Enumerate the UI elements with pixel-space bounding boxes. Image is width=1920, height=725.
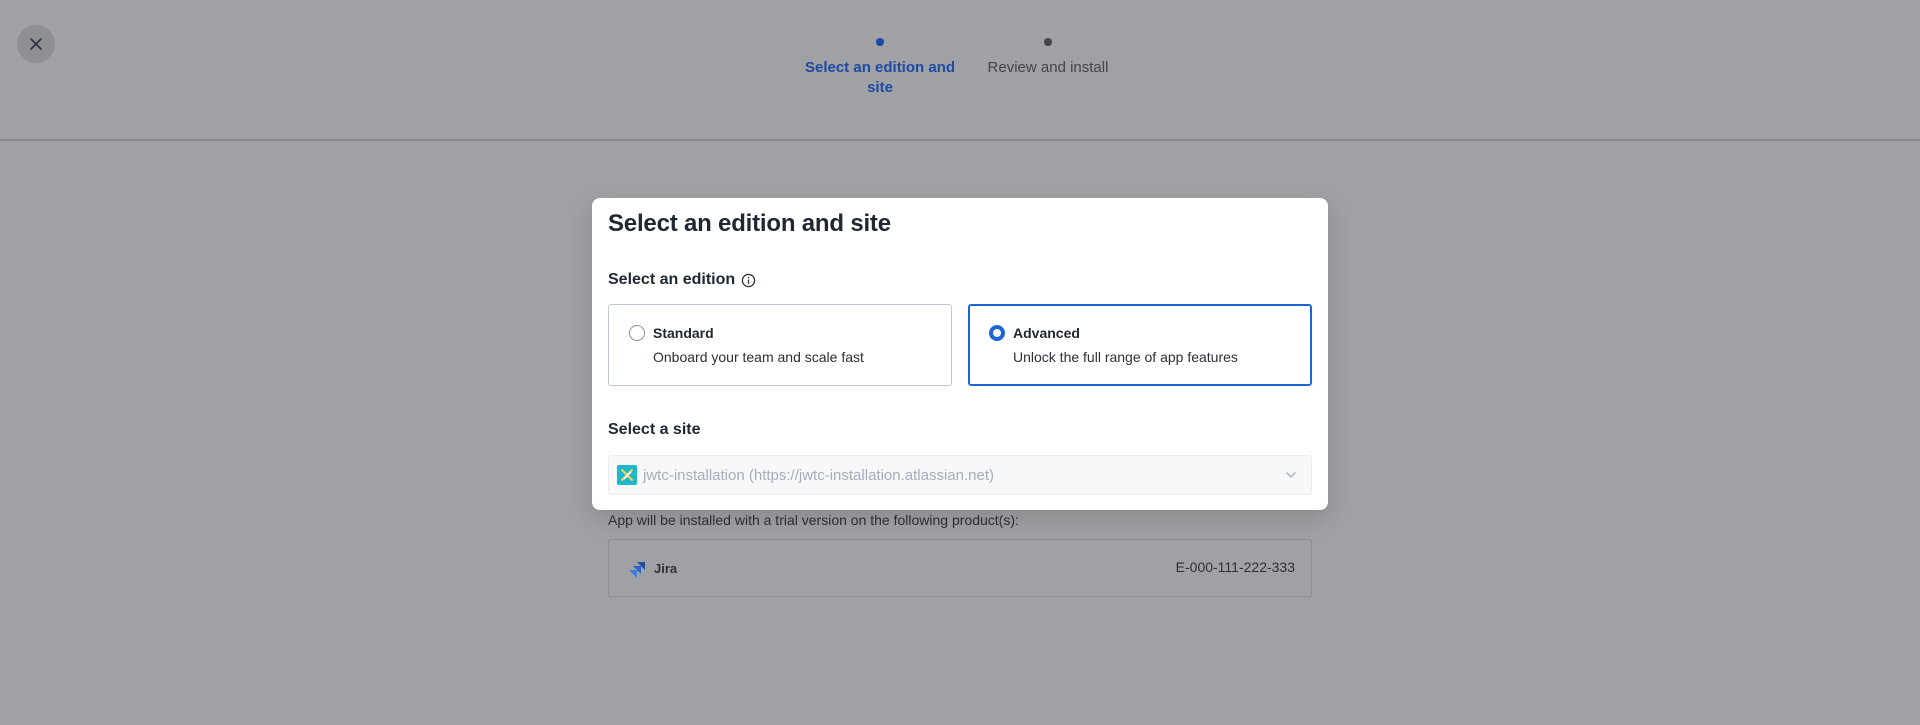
edition-name: Advanced [1013,325,1080,341]
edition-description: Unlock the full range of app features [1013,349,1238,365]
step-label: Review and install [987,59,1109,76]
edition-label-text: Select an edition [608,271,736,288]
install-info-text: App will be installed with a trial versi… [608,512,1019,528]
chevron-down-icon [1286,472,1296,478]
site-select-value: jwtc-installation (https://jwtc-installa… [643,466,994,484]
wizard-header: Select an edition and site Review and in… [0,0,1920,141]
product-row: Jira E-000-111-222-333 [608,539,1312,597]
edition-site-dialog: Select an edition and site Select an edi… [592,198,1328,510]
edition-description: Onboard your team and scale fast [653,349,864,365]
product-code: E-000-111-222-333 [1175,559,1295,575]
radio-standard[interactable] [629,325,645,341]
step-dot-active [876,38,884,46]
product-name: Jira [654,561,678,576]
step-select-edition: Select an edition and site [800,38,960,98]
step-dot [1044,38,1052,46]
dialog-title: Select an edition and site [608,210,891,237]
close-icon [30,38,42,50]
edition-card-standard[interactable]: Standard Onboard your team and scale fas… [608,304,952,386]
site-logo-icon [617,465,637,485]
step-label: Select an edition and site [804,59,956,96]
radio-advanced[interactable] [989,325,1005,341]
step-review-install: Review and install [978,38,1118,78]
edition-section-label: Select an edition [608,271,756,289]
info-icon[interactable] [741,273,756,288]
site-select[interactable]: jwtc-installation (https://jwtc-installa… [608,455,1312,495]
edition-card-advanced[interactable]: Advanced Unlock the full range of app fe… [968,304,1312,386]
site-section-label: Select a site [608,421,701,438]
jira-icon [629,562,645,578]
close-button[interactable] [17,25,55,63]
edition-name: Standard [653,325,714,341]
